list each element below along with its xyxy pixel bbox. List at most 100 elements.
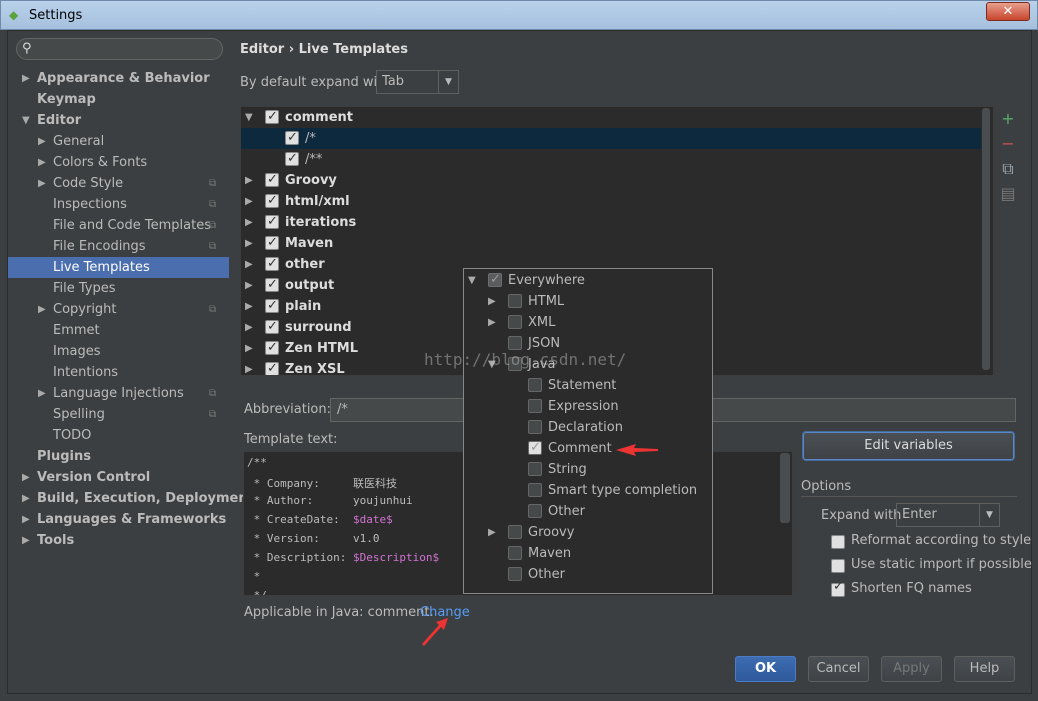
- chevron-right-icon[interactable]: ▶: [488, 312, 496, 333]
- template-checkbox[interactable]: [265, 337, 279, 358]
- chevron-right-icon[interactable]: ▶: [245, 191, 253, 212]
- chevron-right-icon[interactable]: ▶: [245, 317, 253, 338]
- chevron-right-icon[interactable]: ▶: [38, 173, 46, 194]
- template-checkbox[interactable]: [265, 107, 279, 127]
- context-row[interactable]: Comment: [464, 437, 712, 459]
- template-checkbox[interactable]: [265, 211, 279, 232]
- chevron-right-icon[interactable]: ▶: [488, 291, 496, 312]
- context-checkbox[interactable]: [508, 336, 522, 350]
- option-checkbox[interactable]: [831, 579, 845, 597]
- chevron-down-icon[interactable]: ▼: [468, 270, 476, 291]
- cancel-button[interactable]: Cancel: [808, 656, 869, 682]
- nav-item[interactable]: Keymap: [8, 89, 229, 110]
- chevron-right-icon[interactable]: ▶: [22, 488, 30, 509]
- chevron-right-icon[interactable]: ▶: [488, 522, 496, 543]
- minus-icon[interactable]: −: [1000, 136, 1016, 152]
- nav-item[interactable]: Intentions: [8, 362, 229, 383]
- template-checkbox[interactable]: [265, 253, 279, 274]
- chevron-right-icon[interactable]: ▶: [245, 170, 253, 191]
- template-checkbox[interactable]: [265, 295, 279, 316]
- context-checkbox[interactable]: [528, 378, 542, 392]
- chevron-right-icon[interactable]: ▶: [245, 275, 253, 296]
- chevron-right-icon[interactable]: ▶: [22, 467, 30, 488]
- context-checkbox[interactable]: [508, 294, 522, 308]
- template-group-row[interactable]: ▶ html/xml: [241, 190, 981, 212]
- context-checkbox[interactable]: [528, 437, 542, 458]
- context-row[interactable]: ▼ Everywhere: [464, 269, 712, 291]
- help-button[interactable]: Help: [954, 656, 1015, 682]
- chevron-right-icon[interactable]: ▶: [38, 131, 46, 152]
- settings-search-input[interactable]: ⚲: [16, 38, 223, 60]
- nav-item[interactable]: Spelling ⧉: [8, 404, 229, 425]
- chevron-right-icon[interactable]: ▶: [22, 68, 30, 89]
- expand-with-select[interactable]: Enter ▼: [896, 503, 1000, 527]
- context-checkbox[interactable]: [508, 567, 522, 581]
- context-checkbox[interactable]: [528, 504, 542, 518]
- context-row[interactable]: Statement: [464, 375, 712, 396]
- chevron-right-icon[interactable]: ▶: [22, 530, 30, 551]
- option-checkbox[interactable]: [831, 559, 845, 573]
- apply-button[interactable]: Apply: [881, 656, 942, 682]
- template-group-row[interactable]: ▶ Maven: [241, 232, 981, 254]
- context-row[interactable]: Smart type completion: [464, 480, 712, 501]
- tree-scrollbar[interactable]: [982, 108, 990, 370]
- chevron-right-icon[interactable]: ▶: [245, 233, 253, 254]
- template-checkbox[interactable]: [265, 190, 279, 211]
- nav-item[interactable]: ▶ Appearance & Behavior: [8, 68, 229, 89]
- copy-icon[interactable]: ⧉: [1000, 161, 1016, 177]
- template-row[interactable]: /*: [241, 127, 981, 149]
- context-row[interactable]: Maven: [464, 543, 712, 564]
- chevron-right-icon[interactable]: ▶: [245, 359, 253, 375]
- template-checkbox[interactable]: [265, 316, 279, 337]
- context-row[interactable]: ▶ Groovy: [464, 522, 712, 543]
- nav-item[interactable]: ▶ Colors & Fonts: [8, 152, 229, 173]
- chevron-right-icon[interactable]: ▶: [245, 296, 253, 317]
- chevron-right-icon[interactable]: ▶: [245, 212, 253, 233]
- template-checkbox[interactable]: [265, 232, 279, 253]
- nav-item[interactable]: File Types: [8, 278, 229, 299]
- chevron-down-icon[interactable]: ▼: [245, 107, 253, 128]
- chevron-right-icon[interactable]: ▶: [245, 338, 253, 359]
- nav-item[interactable]: File Encodings ⧉: [8, 236, 229, 257]
- nav-item[interactable]: Emmet: [8, 320, 229, 341]
- context-checkbox[interactable]: [488, 269, 502, 290]
- expand-default-select[interactable]: Tab ▼: [376, 70, 459, 94]
- nav-item[interactable]: Images: [8, 341, 229, 362]
- nav-item[interactable]: TODO: [8, 425, 229, 446]
- chevron-right-icon[interactable]: ▶: [38, 299, 46, 320]
- plus-icon[interactable]: +: [1000, 111, 1016, 127]
- context-checkbox[interactable]: [528, 483, 542, 497]
- nav-item[interactable]: ▶ Languages & Frameworks: [8, 509, 229, 530]
- template-group-row[interactable]: ▼ comment: [241, 107, 981, 128]
- context-row[interactable]: Declaration: [464, 417, 712, 438]
- context-checkbox[interactable]: [528, 420, 542, 434]
- nav-item[interactable]: ▶ Version Control: [8, 467, 229, 488]
- context-checkbox[interactable]: [508, 315, 522, 329]
- context-checkbox[interactable]: [508, 525, 522, 539]
- nav-item[interactable]: Inspections ⧉: [8, 194, 229, 215]
- chevron-right-icon[interactable]: ▶: [245, 254, 253, 275]
- context-row[interactable]: ▶ XML: [464, 312, 712, 333]
- context-checkbox[interactable]: [528, 462, 542, 476]
- template-checkbox[interactable]: [285, 148, 299, 169]
- context-row[interactable]: String: [464, 459, 712, 480]
- ok-button[interactable]: OK: [735, 656, 796, 682]
- template-row[interactable]: /**: [241, 148, 981, 170]
- chevron-right-icon[interactable]: ▶: [38, 383, 46, 404]
- template-checkbox[interactable]: [285, 127, 299, 148]
- nav-item[interactable]: ▶ Code Style ⧉: [8, 173, 229, 194]
- template-checkbox[interactable]: [265, 169, 279, 190]
- chevron-down-icon[interactable]: ▼: [22, 110, 30, 131]
- context-row[interactable]: Other: [464, 564, 712, 585]
- template-group-row[interactable]: ▶ iterations: [241, 211, 981, 233]
- edit-variables-button[interactable]: Edit variables: [803, 432, 1014, 460]
- context-row[interactable]: Other: [464, 501, 712, 522]
- nav-item[interactable]: ▼ Editor: [8, 110, 229, 131]
- close-button[interactable]: ✕: [986, 2, 1030, 21]
- editor-scrollbar[interactable]: [780, 453, 790, 523]
- template-group-row[interactable]: ▶ Groovy: [241, 169, 981, 191]
- nav-item[interactable]: File and Code Templates ⧉: [8, 215, 229, 236]
- context-row[interactable]: Expression: [464, 396, 712, 417]
- chevron-right-icon[interactable]: ▶: [22, 509, 30, 530]
- chevron-right-icon[interactable]: ▶: [38, 152, 46, 173]
